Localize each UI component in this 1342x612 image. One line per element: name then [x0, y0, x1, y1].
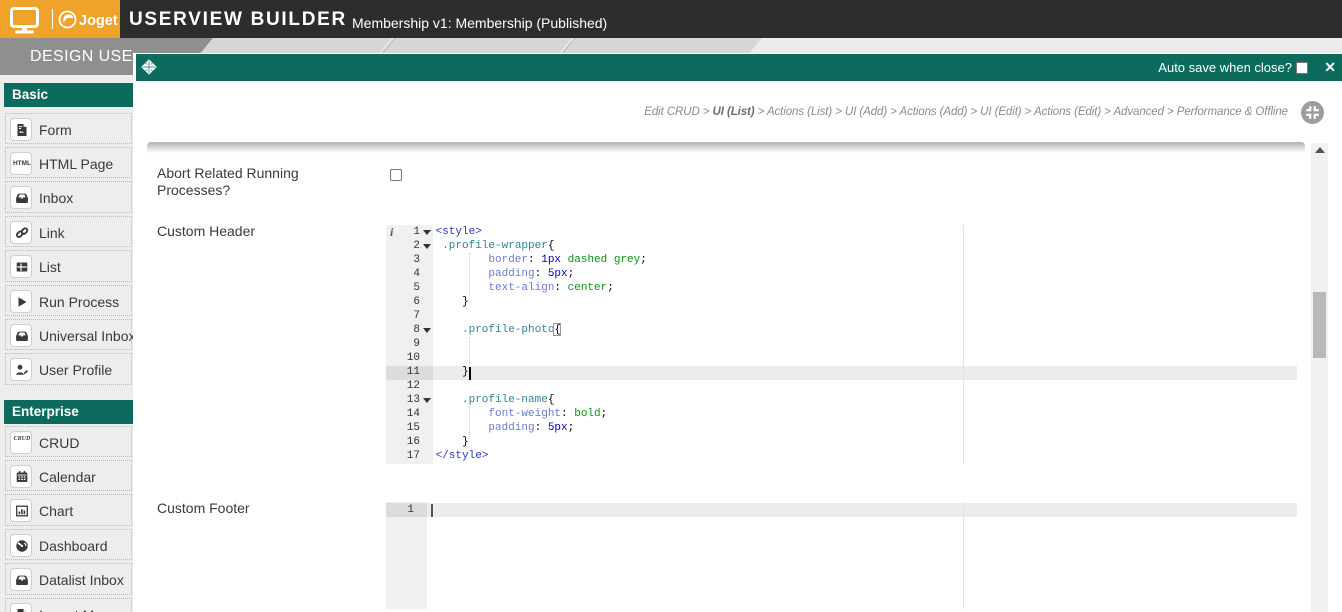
- svg-text:Joget: Joget: [79, 13, 118, 29]
